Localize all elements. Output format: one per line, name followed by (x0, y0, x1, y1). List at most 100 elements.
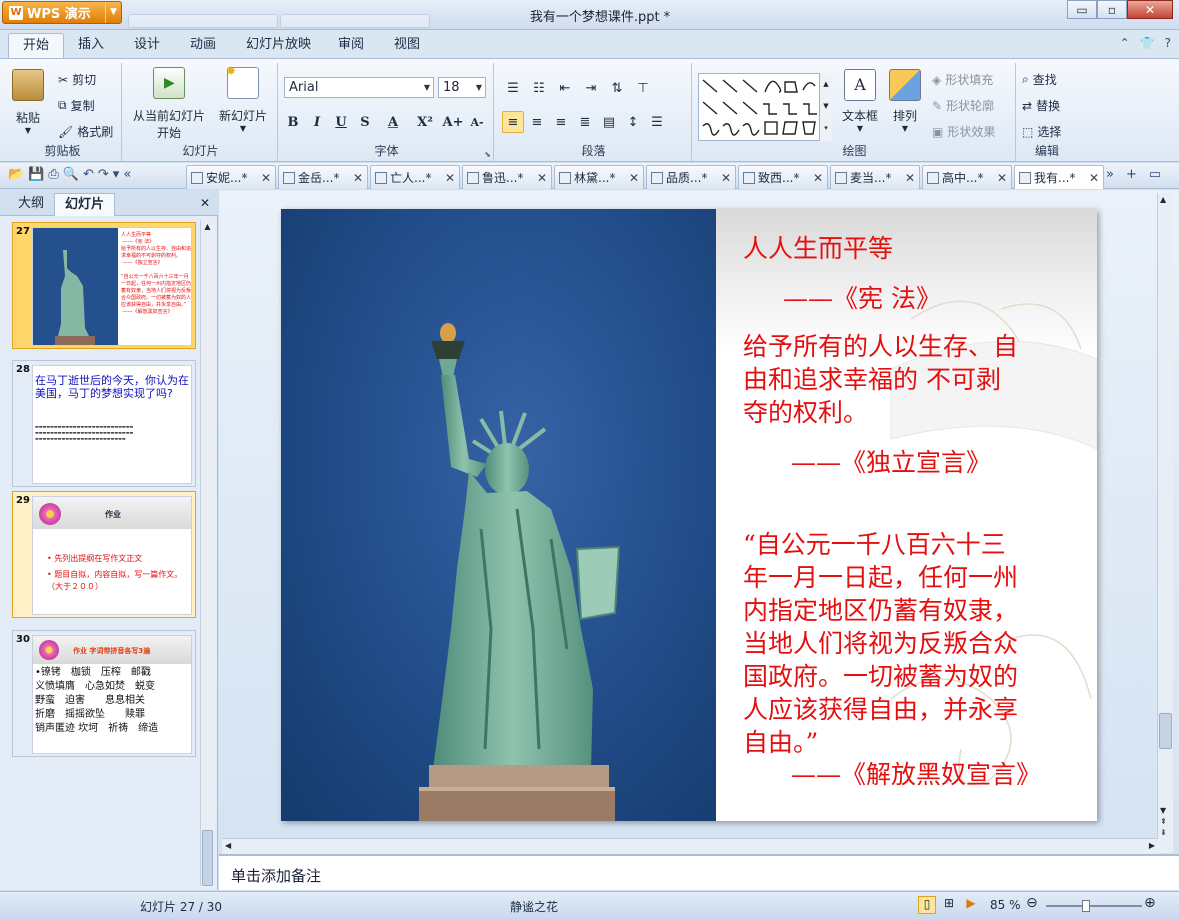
app-menu-button[interactable]: W WPS 演示 ▼ (2, 1, 122, 24)
select-button[interactable]: ⬚ 选择 (1022, 123, 1061, 140)
slide-thumbnail[interactable]: 30 作业 字词带拼音各写3遍 •镣铐 枷锁 压榨 邮戳 义愤填膺 心急如焚 蜕… (12, 630, 196, 757)
new-tab-icon[interactable]: + (1126, 167, 1137, 182)
tab-view[interactable]: 视图 (380, 33, 434, 58)
copy-button[interactable]: ⧉ 复制 (58, 97, 95, 114)
doc-tab[interactable]: 致西...* ✕ (738, 165, 828, 189)
customize-icon[interactable]: ▾ (113, 167, 120, 182)
canvas-horizontal-scrollbar[interactable]: ◀ ▶ (222, 838, 1158, 854)
tab-design[interactable]: 设计 (120, 33, 174, 58)
shirt-icon[interactable]: 👕 (1140, 36, 1155, 50)
normal-view-icon[interactable]: ▯ (918, 896, 936, 914)
font-size-select[interactable]: 18 ▼ (438, 77, 486, 98)
align-center-icon[interactable]: ≡ (526, 111, 548, 133)
align-left-icon[interactable]: ≡ (502, 111, 524, 133)
close-icon[interactable]: ✕ (1089, 171, 1099, 185)
undo-icon[interactable]: ↶ (83, 167, 94, 182)
font-color-button[interactable]: A (378, 111, 408, 133)
close-icon[interactable]: ✕ (537, 171, 547, 185)
shape-effect-button[interactable]: ▣ 形状效果 (932, 123, 995, 140)
format-painter-button[interactable]: 🖌 格式刷 (58, 123, 113, 140)
shapes-gallery[interactable]: ▲ ▼ ▾ (698, 73, 832, 141)
bullets-icon[interactable]: ☰ (502, 77, 524, 99)
scroll-up-icon[interactable]: ▲ (202, 222, 213, 234)
notes-pane[interactable]: 单击添加备注 (219, 854, 1179, 890)
doc-tab-active[interactable]: 我有...* ✕ (1014, 165, 1104, 189)
zoom-slider[interactable] (1046, 900, 1142, 912)
redo-icon[interactable]: ↷ (98, 167, 109, 182)
close-icon[interactable]: ✕ (445, 171, 455, 185)
new-slide-button[interactable]: ✸ 新幻灯片 ▼ (216, 64, 270, 133)
replace-button[interactable]: ⇄ 替换 (1022, 97, 1060, 114)
save-icon[interactable]: 💾 (28, 167, 44, 182)
help-icon[interactable]: ? (1165, 36, 1171, 50)
doc-tab[interactable]: 品质...* ✕ (646, 165, 736, 189)
slide-sorter-icon[interactable]: ⊞ (940, 896, 958, 914)
slide-thumbnail[interactable]: 28 在马丁逝世后的今天，你认为在美国，马丁的梦想实现了吗? ▬▬▬▬▬▬▬▬▬… (12, 360, 196, 487)
scroll-right-icon[interactable]: ▶ (1149, 841, 1155, 850)
italic-button[interactable]: I (306, 111, 328, 133)
numbering-icon[interactable]: ☷ (528, 77, 550, 99)
current-slide[interactable]: 人人生而平等 ——《宪 法》 给予所有的人以生存、自 由和追求幸福的 不可剥 夺… (281, 209, 1097, 821)
close-icon[interactable]: ✕ (629, 171, 639, 185)
align-text-icon[interactable]: ⊤ (632, 77, 654, 99)
close-icon[interactable]: ✕ (353, 171, 363, 185)
close-icon[interactable]: ✕ (997, 171, 1007, 185)
find-button[interactable]: ⌕ 查找 (1022, 71, 1057, 88)
tabs-right-icon[interactable]: » (1106, 167, 1114, 182)
tabs-left-icon[interactable]: « (123, 167, 131, 182)
slide-text-block[interactable]: 人人生而平等 ——《宪 法》 给予所有的人以生存、自 由和追求幸福的 不可剥 夺… (743, 209, 1097, 821)
canvas-vertical-scrollbar[interactable]: ▲ ▼ ⇞ ⇟ (1157, 193, 1173, 853)
doc-tab[interactable]: 鲁迅...* ✕ (462, 165, 552, 189)
tab-review[interactable]: 审阅 (324, 33, 378, 58)
panel-scrollbar[interactable]: ▲ (200, 220, 214, 886)
justify-icon[interactable]: ≣ (574, 111, 596, 133)
align-right-icon[interactable]: ≡ (550, 111, 572, 133)
underline-button[interactable]: U (330, 111, 352, 133)
shape-fill-button[interactable]: ◈ 形状填充 (932, 71, 993, 88)
font-name-select[interactable]: Arial ▼ (284, 77, 434, 98)
close-icon[interactable]: ✕ (813, 171, 823, 185)
grow-font-button[interactable]: A+ (442, 111, 464, 133)
slideshow-icon[interactable]: ▶ (962, 896, 980, 914)
scroll-left-icon[interactable]: ◀ (225, 841, 231, 850)
open-icon[interactable]: 📂 (8, 167, 24, 182)
doc-tab[interactable]: 亡人...* ✕ (370, 165, 460, 189)
zoom-out-icon[interactable]: ⊖ (1026, 895, 1038, 911)
gallery-scroll[interactable]: ▲ ▼ ▾ (819, 73, 832, 141)
scroll-thumb[interactable] (1159, 713, 1172, 749)
tab-slideshow[interactable]: 幻灯片放映 (232, 33, 325, 58)
tab-outline[interactable]: 大纲 (8, 193, 54, 216)
columns-icon[interactable]: ☰ (646, 111, 668, 133)
print-icon[interactable]: ⎙ (48, 167, 58, 182)
doc-tab[interactable]: 林黛...* ✕ (554, 165, 644, 189)
scroll-thumb[interactable] (202, 830, 213, 886)
zoom-in-icon[interactable]: ⊕ (1144, 895, 1156, 911)
shrink-font-button[interactable]: A- (466, 111, 488, 133)
close-icon[interactable]: ✕ (905, 171, 915, 185)
window-list-icon[interactable]: ▭ (1149, 167, 1161, 182)
superscript-button[interactable]: X² (410, 111, 440, 133)
minimize-button[interactable]: ▭ (1067, 0, 1097, 19)
close-icon[interactable]: ✕ (721, 171, 731, 185)
print-preview-icon[interactable]: 🔍 (63, 167, 79, 182)
close-panel-button[interactable]: ✕ (200, 196, 210, 210)
tab-home[interactable]: 开始 (8, 33, 65, 58)
shape-outline-button[interactable]: ✎ 形状轮廓 (932, 97, 994, 114)
decrease-indent-icon[interactable]: ⇤ (554, 77, 576, 99)
scroll-up-icon[interactable]: ▲ (1160, 195, 1166, 204)
tab-slides[interactable]: 幻灯片 (54, 193, 116, 216)
maximize-button[interactable]: ▫ (1097, 0, 1127, 19)
dialog-launcher-icon[interactable]: ⬊ (484, 150, 491, 159)
chevron-up-icon[interactable]: ⌃ (1120, 36, 1130, 50)
doc-tab[interactable]: 金岳...* ✕ (278, 165, 368, 189)
cut-button[interactable]: ✂ 剪切 (58, 71, 96, 88)
arrange-button[interactable]: 排列 ▼ (888, 69, 922, 133)
zoom-slider-thumb[interactable] (1082, 900, 1090, 912)
distribute-icon[interactable]: ▤ (598, 111, 620, 133)
textbox-button[interactable]: A 文本框 ▼ (840, 69, 880, 133)
line-spacing-icon[interactable]: ↕ (622, 111, 644, 133)
bold-button[interactable]: B (282, 111, 304, 133)
from-current-slide-button[interactable]: ▶ 从当前幻灯片 开始 (128, 67, 210, 141)
tab-animation[interactable]: 动画 (176, 33, 230, 58)
slide-thumbnail[interactable]: 27 人人生而平等 ——《宪 法》 给予所有的人以生存、自由和追求幸福的不可剥夺的… (12, 222, 196, 349)
